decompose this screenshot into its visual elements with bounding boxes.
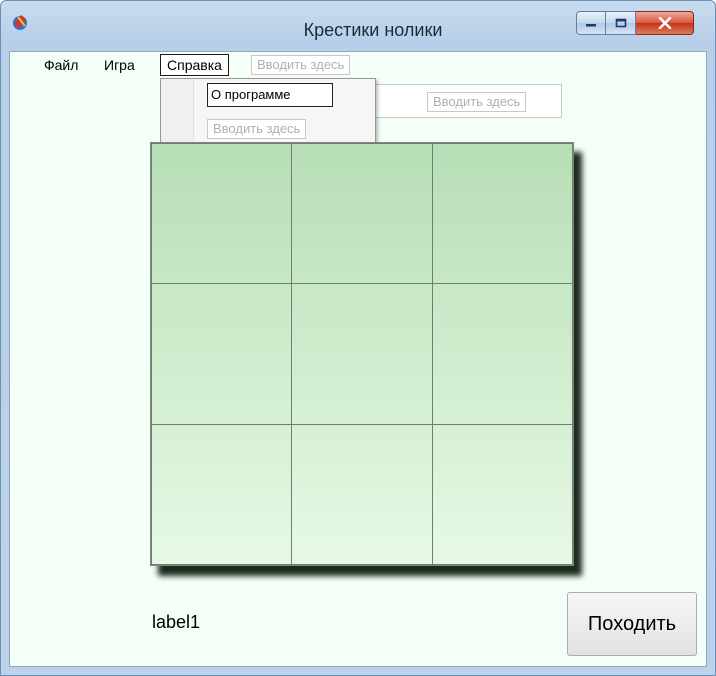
close-icon	[658, 17, 671, 29]
minimize-button[interactable]	[576, 11, 606, 35]
help-dropdown: О программе Вводить здесь	[160, 78, 376, 148]
title-bar[interactable]: Крестики нолики	[1, 1, 715, 51]
client-area: Файл Игра Справка Вводить здесь Вводить …	[9, 51, 707, 667]
dropdown-type-here[interactable]: Вводить здесь	[207, 119, 307, 139]
move-button[interactable]: Походить	[567, 592, 697, 656]
app-window: Крестики нолики Файл Игра Справка Вводит…	[0, 0, 716, 676]
menu-item-about[interactable]: О программе	[207, 83, 333, 107]
menu-file[interactable]: Файл	[40, 55, 82, 75]
menubar-type-here[interactable]: Вводить здесь	[251, 55, 351, 75]
menu-bar: Файл Игра Справка Вводить здесь	[10, 52, 706, 78]
board-cell[interactable]	[432, 143, 573, 284]
game-board	[150, 142, 574, 566]
board-cell[interactable]	[291, 424, 433, 565]
board-cell[interactable]	[151, 283, 292, 425]
close-button[interactable]	[636, 11, 694, 35]
board-cell[interactable]	[291, 283, 433, 425]
maximize-icon	[615, 18, 626, 28]
menu-game[interactable]: Игра	[100, 55, 139, 75]
maximize-button[interactable]	[606, 11, 636, 35]
dropdown-gutter	[161, 79, 194, 147]
board-cell[interactable]	[291, 143, 433, 284]
board-cell[interactable]	[151, 143, 292, 284]
menu-help[interactable]: Справка	[160, 54, 229, 76]
board-cell[interactable]	[151, 424, 292, 565]
board-cell[interactable]	[432, 283, 573, 425]
status-label: label1	[152, 612, 201, 632]
board-cell[interactable]	[432, 424, 573, 565]
minimize-icon	[586, 24, 596, 27]
submenu-type-here[interactable]: Вводить здесь	[427, 92, 527, 112]
